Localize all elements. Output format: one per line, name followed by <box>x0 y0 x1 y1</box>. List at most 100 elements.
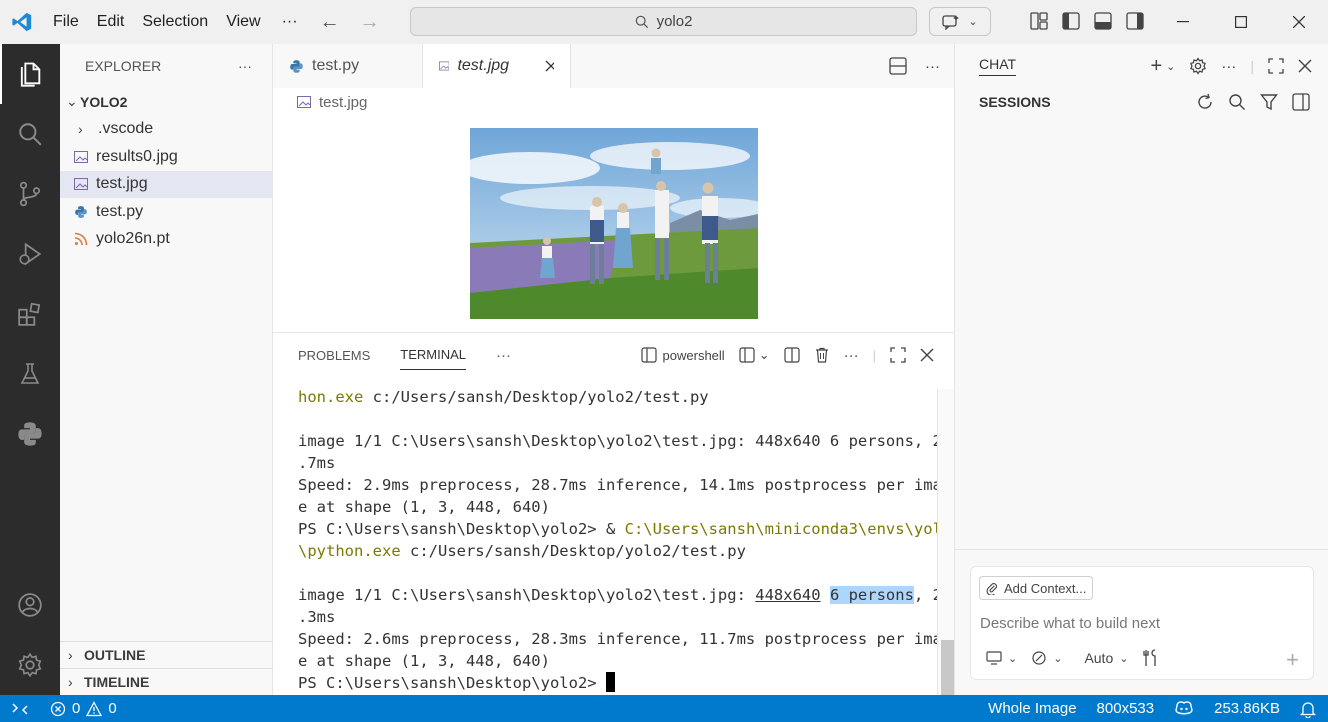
tab-terminal[interactable]: TERMINAL <box>400 340 466 370</box>
close-panel-icon[interactable] <box>920 348 934 362</box>
terminal-scrollbar[interactable] <box>937 389 955 696</box>
notifications-bell-icon[interactable] <box>1300 700 1316 718</box>
title-bar: File Edit Selection View ··· ← → yolo2 ⌄ <box>0 0 1328 44</box>
account-icon[interactable] <box>0 575 60 635</box>
chat-input-box[interactable]: Add Context... Describe what to build ne… <box>970 566 1314 680</box>
terminal-line: Speed: 2.9ms preprocess, 28.7ms inferenc… <box>298 476 952 494</box>
tab-test-jpg[interactable]: test.jpg <box>423 44 571 88</box>
workspace-root[interactable]: ⌄ YOLO2 <box>60 88 272 116</box>
terminal-text: image 1/1 C:\Users\sansh\Desktop\yolo2\t… <box>298 586 756 604</box>
command-center-search[interactable]: yolo2 <box>410 7 917 36</box>
chat-toggle-button[interactable]: ⌄ <box>929 7 991 36</box>
chevron-down-icon: ⌄ <box>66 93 78 110</box>
timeline-section[interactable]: › TIMELINE <box>60 668 273 695</box>
add-context-button[interactable]: Add Context... <box>979 576 1094 600</box>
chat-input-placeholder[interactable]: Describe what to build next <box>980 615 1160 632</box>
split-terminal-icon[interactable] <box>784 347 800 363</box>
close-chat-icon[interactable] <box>1298 59 1312 73</box>
problems-status[interactable]: 0 0 <box>50 700 117 717</box>
copilot-icon[interactable] <box>1174 700 1194 718</box>
image-file-icon <box>74 150 88 163</box>
image-file-icon <box>74 178 88 191</box>
mode-picker[interactable]: Auto ⌄ <box>1084 650 1128 666</box>
toggle-sessions-sidebar-icon[interactable] <box>1292 93 1310 111</box>
split-editor-icon[interactable] <box>889 57 907 75</box>
vscode-logo-icon <box>0 0 44 44</box>
tree-item-test-py[interactable]: test.py <box>60 198 272 226</box>
explorer-activity-icon[interactable] <box>0 44 60 104</box>
terminal-line: PS C:\Users\sansh\Desktop\yolo2> <box>298 672 938 694</box>
close-window-icon[interactable] <box>1270 0 1328 44</box>
refresh-icon[interactable] <box>1196 93 1214 111</box>
python-icon[interactable] <box>0 404 60 464</box>
panel-more-button[interactable]: ··· <box>496 333 511 377</box>
image-preview <box>470 128 758 319</box>
back-arrow-icon[interactable]: ← <box>320 11 340 34</box>
testing-flask-icon[interactable] <box>0 344 60 404</box>
settings-gear-icon[interactable] <box>0 635 60 695</box>
breadcrumb-item[interactable]: test.jpg <box>319 94 367 111</box>
forward-arrow-icon[interactable]: → <box>360 11 380 34</box>
chevron-down-icon[interactable]: ⌄ <box>1166 60 1175 73</box>
menu-more-button[interactable]: ··· <box>270 13 310 31</box>
menu-view[interactable]: View <box>217 13 269 31</box>
toggle-secondary-sidebar-icon[interactable] <box>1126 12 1144 30</box>
sessions-actions <box>1196 88 1310 116</box>
maximize-icon[interactable] <box>1212 0 1270 44</box>
chat-settings-gear-icon[interactable] <box>1189 57 1207 75</box>
chat-title[interactable]: CHAT <box>979 56 1017 76</box>
model-picker[interactable]: ⌄ <box>1031 650 1062 666</box>
terminal-text: c:/Users/sansh/Desktop/yolo2/test.py <box>400 542 746 560</box>
tree-item-yolo26n[interactable]: yolo26n.pt <box>60 226 272 254</box>
search-activity-icon[interactable] <box>0 104 60 164</box>
terminal-shell-name[interactable]: powershell <box>663 348 725 363</box>
terminal-line: .7ms <box>298 454 336 472</box>
toggle-panel-icon[interactable] <box>1094 12 1112 30</box>
trash-icon[interactable] <box>814 347 830 363</box>
menu-edit[interactable]: Edit <box>88 13 134 31</box>
menu-selection[interactable]: Selection <box>133 13 217 31</box>
terminal-more-icon[interactable]: ··· <box>844 347 859 364</box>
extensions-icon[interactable] <box>0 284 60 344</box>
filter-icon[interactable] <box>1260 93 1278 111</box>
menu-file[interactable]: File <box>44 13 88 31</box>
terminal-link[interactable]: 448x640 <box>755 586 820 604</box>
run-debug-icon[interactable] <box>0 224 60 284</box>
terminal-split-icon <box>640 347 657 363</box>
tree-item-label: .vscode <box>98 120 154 138</box>
target-picker[interactable]: ⌄ <box>986 651 1017 665</box>
tools-icon[interactable] <box>1142 649 1160 667</box>
remote-indicator-icon[interactable] <box>0 695 40 722</box>
outline-section[interactable]: › OUTLINE <box>60 641 273 668</box>
chat-more-icon[interactable]: ··· <box>1221 58 1236 75</box>
maximize-chat-icon[interactable] <box>1268 58 1284 74</box>
new-terminal-dropdown[interactable]: ⌄ <box>739 347 770 363</box>
tree-item-test-jpg[interactable]: test.jpg <box>60 170 272 198</box>
timeline-label: TIMELINE <box>84 674 150 690</box>
tree-item-vscode[interactable]: › .vscode <box>60 116 272 144</box>
customize-layout-icon[interactable] <box>1030 12 1048 30</box>
explorer-sidebar: EXPLORER ··· ⌄ YOLO2 › .vscode results0.… <box>60 44 273 695</box>
source-control-icon[interactable] <box>0 164 60 224</box>
tree-item-results0[interactable]: results0.jpg <box>60 143 272 171</box>
maximize-panel-icon[interactable] <box>890 347 906 363</box>
chevron-right-icon: › <box>78 121 83 138</box>
close-tab-icon[interactable] <box>545 60 554 72</box>
terminal-line: .3ms <box>298 608 336 626</box>
explorer-more-button[interactable]: ··· <box>238 58 252 74</box>
menu-bar: File Edit Selection View ··· <box>44 0 310 44</box>
terminal-output[interactable]: hon.exe c:/Users/sansh/Desktop/yolo2/tes… <box>298 386 952 694</box>
new-chat-plus-icon[interactable]: + <box>1150 55 1162 78</box>
editor-more-icon[interactable]: ··· <box>925 58 940 75</box>
tab-test-py[interactable]: test.py <box>273 44 423 88</box>
activity-bottom <box>0 575 60 695</box>
tab-problems[interactable]: PROBLEMS <box>298 333 370 377</box>
send-plus-icon[interactable]: + <box>1286 647 1299 673</box>
explorer-title: EXPLORER <box>85 58 162 74</box>
family-photo <box>470 128 758 319</box>
zoom-status[interactable]: Whole Image <box>988 700 1076 717</box>
minimize-icon[interactable] <box>1154 0 1212 44</box>
search-sessions-icon[interactable] <box>1228 93 1246 111</box>
scrollbar-thumb[interactable] <box>941 640 955 696</box>
toggle-primary-sidebar-icon[interactable] <box>1062 12 1080 30</box>
